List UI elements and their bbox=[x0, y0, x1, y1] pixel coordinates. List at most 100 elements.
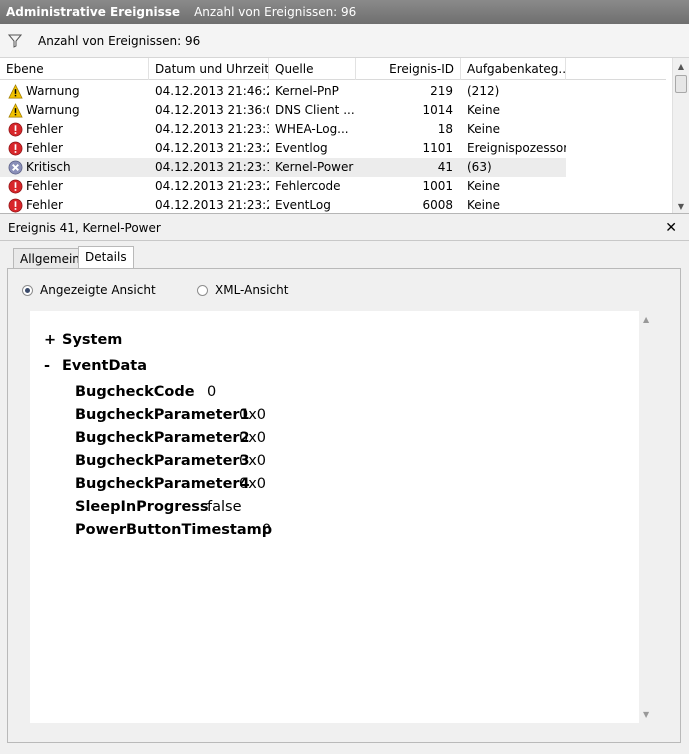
radio-xml-view[interactable]: XML-Ansicht bbox=[197, 283, 288, 297]
filter-count-text: Anzahl von Ereignissen: 96 bbox=[38, 33, 201, 48]
filter-icon[interactable] bbox=[8, 34, 22, 48]
field-name: PowerButtonTimestamp bbox=[75, 522, 273, 538]
column-header-source[interactable]: Quelle bbox=[269, 58, 356, 80]
cell-datetime: 04.12.2013 21:23:22 bbox=[155, 198, 269, 212]
cell-task-category: Keine bbox=[467, 198, 500, 212]
cell-event-id: 219 bbox=[430, 84, 453, 98]
field-value: 0x0 bbox=[239, 407, 267, 423]
cell-task-category: Ereignispozessor bbox=[467, 141, 566, 155]
radio-checked-icon bbox=[22, 284, 33, 296]
cell-level: Fehler bbox=[0, 120, 149, 139]
cell-event-id: 1101 bbox=[422, 141, 453, 155]
cell-source: Kernel-PnP bbox=[275, 84, 339, 98]
system-toggle[interactable]: + bbox=[44, 332, 56, 348]
level-text: Fehler bbox=[26, 122, 63, 136]
scroll-up-icon[interactable]: ▲ bbox=[643, 315, 649, 324]
field-name: SleepInProgress bbox=[75, 499, 209, 515]
events-table: Ebene Datum und Uhrzeit Quelle Ereignis-… bbox=[0, 58, 689, 214]
event-count: Anzahl von Ereignissen: 96 bbox=[194, 5, 357, 19]
cell-source: Kernel-Power bbox=[275, 160, 354, 174]
scroll-up-icon[interactable]: ▲ bbox=[673, 58, 689, 74]
level-text: Warnung bbox=[26, 103, 80, 117]
cell-task-category: (63) bbox=[467, 160, 492, 174]
column-header-event-id[interactable]: Ereignis-ID bbox=[356, 58, 461, 80]
level-text: Warnung bbox=[26, 84, 80, 98]
column-header-task-category[interactable]: Aufgabenkateg... bbox=[461, 58, 566, 80]
cell-datetime: 04.12.2013 21:36:04 bbox=[155, 103, 269, 117]
level-text: Fehler bbox=[26, 198, 63, 212]
warning-icon bbox=[8, 84, 26, 99]
cell-source: Fehlercode bbox=[275, 179, 341, 193]
table-row[interactable]: Warnung 04.12.2013 21:46:23 Kernel-PnP 219 (… bbox=[0, 82, 566, 101]
cell-event-id: 18 bbox=[437, 122, 453, 136]
cell-datetime: 04.12.2013 21:23:24 bbox=[155, 179, 269, 193]
radio-unchecked-icon bbox=[197, 284, 208, 296]
cell-datetime: 04.12.2013 21:23:36 bbox=[155, 122, 269, 136]
error-icon bbox=[8, 179, 26, 194]
table-row[interactable]: Kritisch 04.12.2013 21:23:13 Kernel-Power 4… bbox=[0, 158, 566, 177]
detail-header: Ereignis 41, Kernel-Power ✕ bbox=[0, 215, 689, 241]
table-row[interactable]: Fehler 04.12.2013 21:23:36 WHEA-Log... 18 Ke… bbox=[0, 120, 566, 139]
cell-source: Eventlog bbox=[275, 141, 328, 155]
scroll-down-icon[interactable]: ▼ bbox=[673, 198, 689, 213]
cell-source: DNS Client ... bbox=[275, 103, 355, 117]
level-text: Fehler bbox=[26, 141, 63, 155]
table-row[interactable]: Fehler 04.12.2013 21:23:24 Fehlercode 1001 K… bbox=[0, 177, 566, 196]
level-text: Fehler bbox=[26, 179, 63, 193]
table-row[interactable]: Warnung 04.12.2013 21:36:04 DNS Client ...… bbox=[0, 101, 566, 120]
error-icon bbox=[8, 141, 26, 156]
cell-datetime: 04.12.2013 21:23:23 bbox=[155, 141, 269, 155]
eventdata-node[interactable]: EventData bbox=[62, 358, 147, 374]
field-name: BugcheckParameter2 bbox=[75, 430, 250, 446]
field-name: BugcheckParameter3 bbox=[75, 453, 250, 469]
tab-allgemein[interactable]: Allgemein bbox=[13, 248, 87, 269]
warning-icon bbox=[8, 103, 26, 118]
event-data-pane: + System - EventData BugcheckCode 0 Bugc… bbox=[30, 311, 639, 723]
error-icon bbox=[8, 122, 26, 137]
close-icon[interactable]: ✕ bbox=[665, 220, 677, 236]
tab-details[interactable]: Details bbox=[78, 246, 134, 268]
scroll-down-icon[interactable]: ▼ bbox=[643, 710, 649, 719]
column-header-datetime[interactable]: Datum und Uhrzeit bbox=[149, 58, 269, 80]
view-title: Administrative Ereignisse bbox=[6, 5, 181, 19]
scroll-thumb[interactable] bbox=[675, 75, 687, 93]
level-text: Kritisch bbox=[26, 160, 71, 174]
radio-displayed-view-label: Angezeigte Ansicht bbox=[40, 283, 156, 297]
cell-task-category: Keine bbox=[467, 103, 500, 117]
detail-title: Ereignis 41, Kernel-Power bbox=[8, 220, 161, 235]
system-node[interactable]: System bbox=[62, 332, 122, 348]
cell-level: Warnung bbox=[0, 101, 149, 120]
cell-level: Warnung bbox=[0, 82, 149, 101]
field-value: 0x0 bbox=[239, 430, 267, 446]
cell-level: Fehler bbox=[0, 139, 149, 158]
cell-datetime: 04.12.2013 21:23:13 bbox=[155, 160, 269, 174]
cell-source: EventLog bbox=[275, 198, 331, 212]
cell-task-category: Keine bbox=[467, 122, 500, 136]
field-value: 0 bbox=[262, 522, 272, 538]
column-header-level[interactable]: Ebene bbox=[0, 58, 149, 80]
cell-event-id: 1014 bbox=[422, 103, 453, 117]
cell-source: WHEA-Log... bbox=[275, 122, 349, 136]
radio-displayed-view[interactable]: Angezeigte Ansicht bbox=[22, 283, 156, 297]
table-row[interactable]: Fehler 04.12.2013 21:23:22 EventLog 6008 Kei… bbox=[0, 196, 566, 213]
event-data-scrollbar[interactable]: ▲ ▼ bbox=[639, 311, 656, 723]
cell-level: Fehler bbox=[0, 196, 149, 213]
field-name: BugcheckParameter1 bbox=[75, 407, 250, 423]
eventdata-toggle[interactable]: - bbox=[44, 358, 50, 374]
field-value: 0x0 bbox=[239, 453, 267, 469]
error-icon bbox=[8, 198, 26, 213]
table-scrollbar[interactable]: ▲ ▼ bbox=[672, 58, 689, 213]
cell-event-id: 41 bbox=[437, 160, 453, 174]
field-name: BugcheckParameter4 bbox=[75, 476, 250, 492]
cell-datetime: 04.12.2013 21:46:23 bbox=[155, 84, 269, 98]
table-header: Ebene Datum und Uhrzeit Quelle Ereignis-… bbox=[0, 58, 666, 80]
filter-bar: Anzahl von Ereignissen: 96 bbox=[0, 24, 689, 58]
cell-level: Fehler bbox=[0, 177, 149, 196]
cell-task-category: (212) bbox=[467, 84, 500, 98]
radio-xml-view-label: XML-Ansicht bbox=[215, 283, 289, 297]
title-bar: Administrative Ereignisse Anzahl von Ere… bbox=[0, 0, 689, 24]
field-value: 0 bbox=[207, 384, 217, 400]
field-value: false bbox=[207, 499, 242, 515]
cell-event-id: 6008 bbox=[422, 198, 453, 212]
table-row[interactable]: Fehler 04.12.2013 21:23:23 Eventlog 1101 Ere… bbox=[0, 139, 566, 158]
